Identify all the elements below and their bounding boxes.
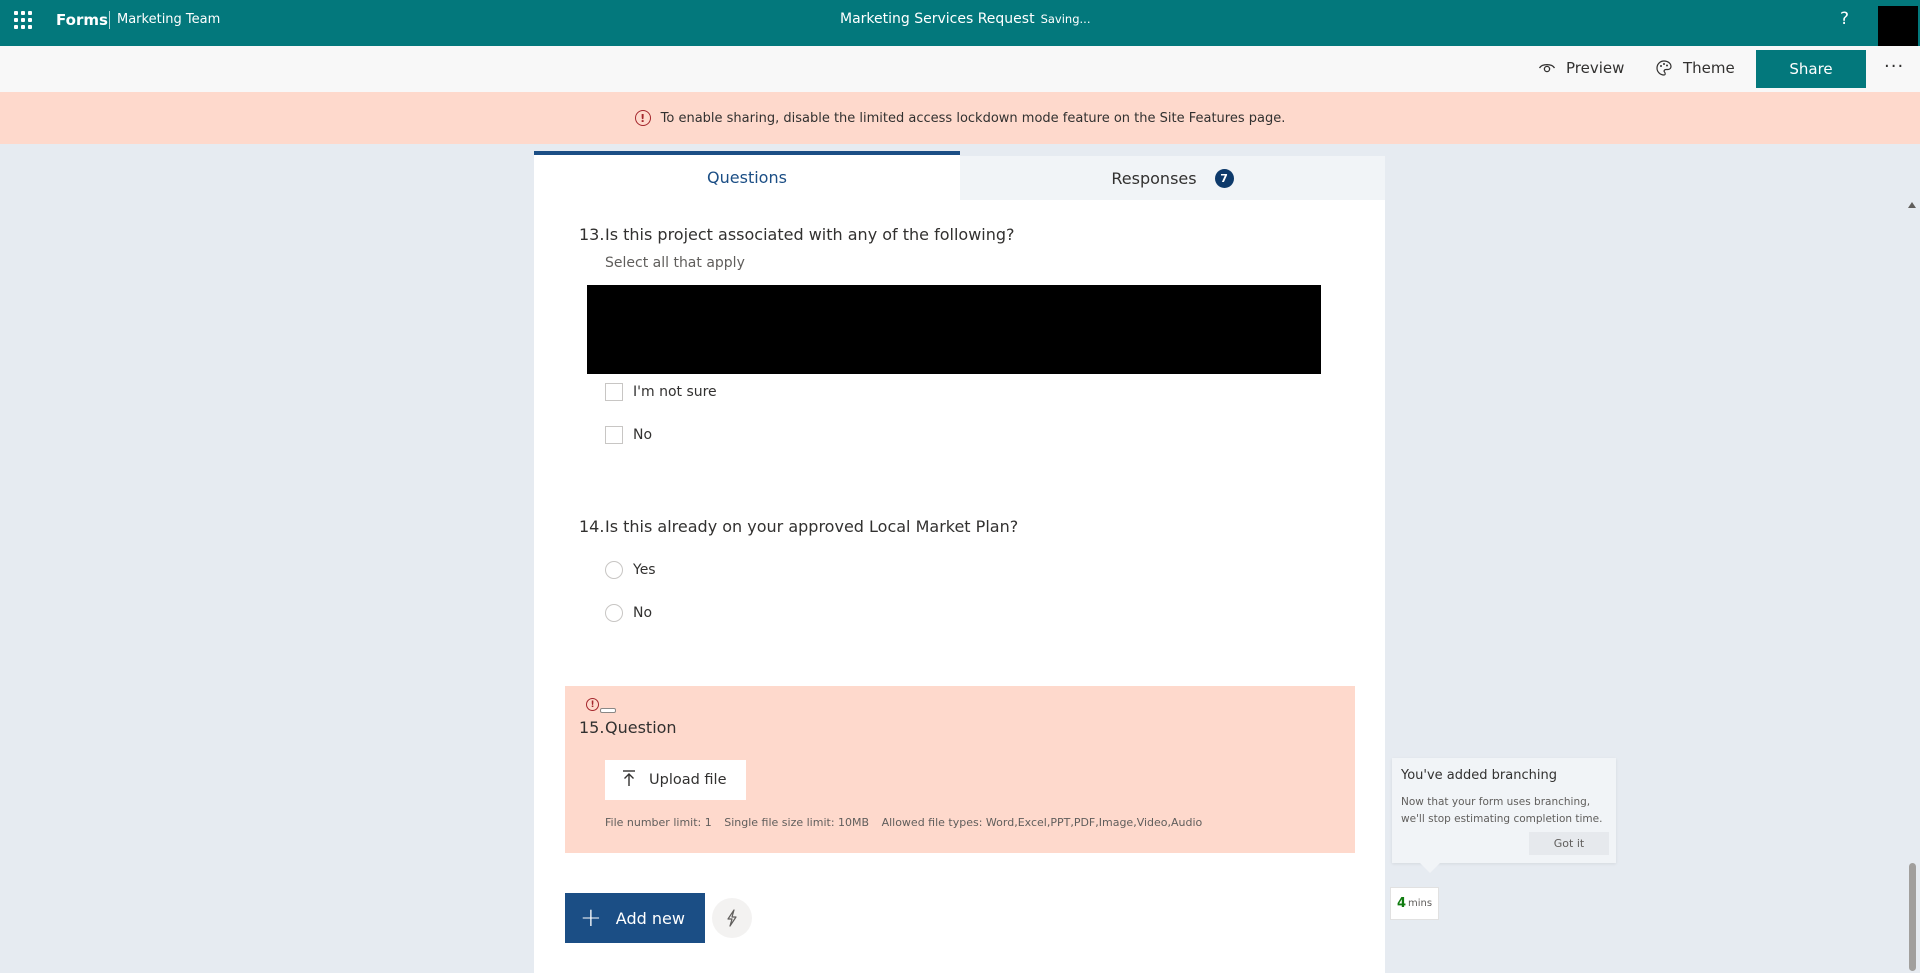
responses-count-badge: 7 xyxy=(1214,168,1234,188)
checkbox[interactable] xyxy=(605,383,623,401)
upload-limits: File number limit: 1 Single file size li… xyxy=(605,816,1211,829)
command-bar: Preview Theme Share ··· xyxy=(0,46,1920,92)
app-brand[interactable]: Forms xyxy=(56,11,108,29)
form-canvas: 13. Is this project associated with any … xyxy=(534,200,1385,973)
option-label: Yes xyxy=(633,562,656,578)
redacted-options xyxy=(587,285,1321,374)
form-title: Marketing Services Request Saving... xyxy=(840,11,1090,27)
theme-label: Theme xyxy=(1683,59,1735,77)
radio-button[interactable] xyxy=(605,604,623,622)
question-title[interactable]: Question xyxy=(605,718,677,737)
tab-questions-label: Questions xyxy=(707,168,787,187)
upload-file-button[interactable]: Upload file xyxy=(605,760,746,800)
option-label: I'm not sure xyxy=(633,384,717,400)
brand-divider xyxy=(109,11,110,29)
save-status: Saving... xyxy=(1040,12,1091,26)
option-no[interactable]: No xyxy=(605,604,652,622)
tooltip-arrow xyxy=(1420,863,1440,873)
question-number: 14. xyxy=(579,517,605,536)
add-new-label: Add new xyxy=(615,908,685,928)
banner-message: To enable sharing, disable the limited a… xyxy=(660,110,1286,126)
option-no[interactable]: No xyxy=(605,426,652,444)
drag-handle-icon[interactable] xyxy=(600,708,616,713)
preview-button[interactable]: Preview xyxy=(1538,59,1624,77)
got-it-button[interactable]: Got it xyxy=(1529,832,1609,855)
avatar[interactable] xyxy=(1878,6,1918,46)
option-yes[interactable]: Yes xyxy=(605,561,656,579)
sharing-warning-banner: ! To enable sharing, disable the limited… xyxy=(0,92,1920,144)
estimate-unit: mins xyxy=(1407,898,1433,909)
option-label: No xyxy=(633,605,653,621)
completion-time-estimate[interactable]: 4 mins xyxy=(1390,887,1439,920)
preview-label: Preview xyxy=(1566,59,1625,77)
radio-button[interactable] xyxy=(605,561,623,579)
vertical-scrollbar[interactable] xyxy=(1905,200,1920,973)
upload-icon xyxy=(621,769,637,791)
error-icon: ! xyxy=(586,698,599,711)
share-button[interactable]: Share xyxy=(1756,50,1866,88)
lightning-icon[interactable] xyxy=(712,898,752,938)
scrollbar-thumb[interactable] xyxy=(1909,863,1916,971)
app-launcher-icon[interactable] xyxy=(14,11,32,29)
file-number-limit: File number limit: 1 xyxy=(605,816,712,829)
option-not-sure[interactable]: I'm not sure xyxy=(605,383,717,401)
plus-icon: + xyxy=(580,903,602,933)
question-number: 13. xyxy=(579,225,605,244)
top-bar: Forms Marketing Team Marketing Services … xyxy=(0,0,1920,46)
error-icon: ! xyxy=(634,110,651,126)
checkbox[interactable] xyxy=(605,426,623,444)
allowed-file-types: Allowed file types: Word,Excel,PPT,PDF,I… xyxy=(881,816,1203,829)
team-name[interactable]: Marketing Team xyxy=(117,12,220,27)
tab-responses[interactable]: Responses 7 xyxy=(960,156,1385,200)
estimate-value: 4 xyxy=(1396,896,1406,911)
form-title-text: Marketing Services Request xyxy=(840,11,1035,27)
tooltip-body: Now that your form uses branching, we'll… xyxy=(1401,796,1603,825)
question-number: 15. xyxy=(579,718,605,737)
tab-questions[interactable]: Questions xyxy=(534,151,960,200)
tooltip-title: You've added branching xyxy=(1401,768,1557,783)
help-icon[interactable]: ? xyxy=(1840,9,1849,29)
branching-tooltip: You've added branching Now that your for… xyxy=(1392,758,1616,863)
question-title[interactable]: Is this already on your approved Local M… xyxy=(605,517,1018,536)
theme-button[interactable]: Theme xyxy=(1655,59,1735,77)
tab-responses-label: Responses xyxy=(1111,168,1197,188)
eye-icon xyxy=(1538,59,1556,77)
option-label: No xyxy=(633,427,653,443)
more-options-icon[interactable]: ··· xyxy=(1884,56,1904,77)
question-subtitle: Select all that apply xyxy=(605,255,745,271)
file-size-limit: Single file size limit: 10MB xyxy=(724,816,870,829)
question-title[interactable]: Is this project associated with any of t… xyxy=(605,225,1015,244)
scroll-up-icon[interactable] xyxy=(1908,202,1916,208)
add-new-button[interactable]: + Add new xyxy=(565,893,705,943)
upload-file-label: Upload file xyxy=(649,772,727,788)
form-tabs: Questions Responses 7 xyxy=(534,151,1385,200)
question-card-upload[interactable]: ! 15. Question Upload file File number l… xyxy=(565,686,1355,853)
palette-icon xyxy=(1655,59,1673,77)
